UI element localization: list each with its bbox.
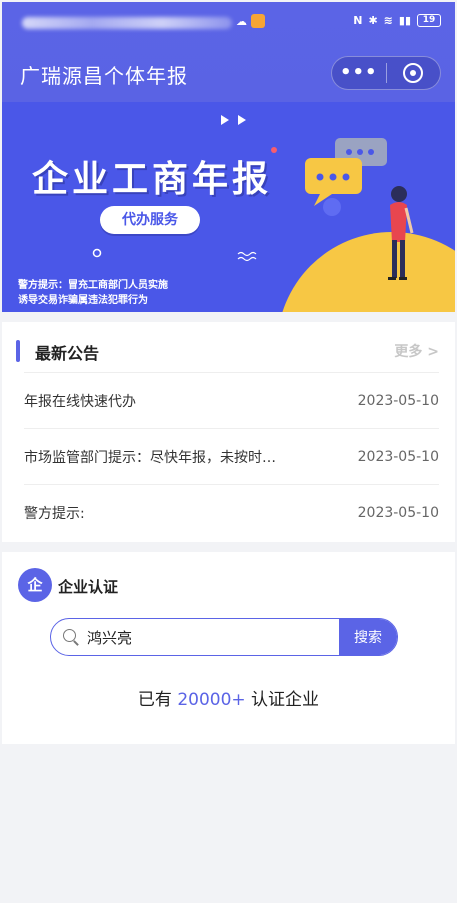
battery-icon: 19 bbox=[417, 14, 441, 27]
count-prefix: 已有 bbox=[137, 690, 178, 710]
announcements-header: 最新公告 更多 > bbox=[2, 338, 455, 364]
target-circle-icon bbox=[403, 63, 424, 83]
announcement-date: 2023-05-10 bbox=[357, 392, 439, 409]
announcement-list: 年报在线快速代办 2023-05-10 市场监管部门提示：尽快年报，未按时… 2… bbox=[24, 372, 439, 540]
close-miniprogram-button[interactable] bbox=[386, 63, 440, 83]
count-value: 20000+ bbox=[177, 690, 246, 710]
announcement-title: 警方提示: bbox=[24, 505, 85, 522]
banner-warning-line-2: 诱导交易诈骗属违法犯罪行为 bbox=[18, 295, 148, 306]
search-button[interactable]: 搜索 bbox=[339, 619, 397, 655]
certified-count-text: 已有 20000+ 认证企业 bbox=[2, 685, 455, 710]
search-field-wrapper bbox=[51, 619, 339, 655]
announcements-section: 最新公告 更多 > 年报在线快速代办 2023-05-10 市场监管部门提示：尽… bbox=[2, 322, 455, 542]
banner-headline: 企业工商年报 bbox=[32, 159, 273, 200]
signal-icon: ▮▮ bbox=[398, 14, 411, 27]
miniprogram-capsule: ••• bbox=[331, 56, 441, 90]
banner-warning: 警方提示：冒充工商部门人员实施 诱导交易诈骗属违法犯罪行为 bbox=[18, 278, 168, 308]
announcement-title: 市场监管部门提示：尽快年报，未按时… bbox=[24, 449, 276, 466]
announcement-date: 2023-05-10 bbox=[357, 448, 439, 465]
more-menu-button[interactable]: ••• bbox=[332, 58, 386, 88]
status-notification-icons: ☁ bbox=[236, 14, 265, 28]
status-bar: ☁ N ✱ ≋ ▮▮ 19 bbox=[2, 12, 455, 34]
section-accent-bar bbox=[16, 340, 20, 362]
announcement-date: 2023-05-10 bbox=[357, 504, 439, 521]
bluetooth-icon: ✱ bbox=[368, 14, 378, 27]
blurred-status-text bbox=[22, 17, 232, 29]
more-link[interactable]: 更多 > bbox=[394, 341, 439, 361]
status-right-icons: N ✱ ≋ ▮▮ 19 bbox=[353, 14, 441, 27]
shield-app-icon bbox=[251, 14, 265, 28]
enterprise-search-box: 搜索 bbox=[50, 618, 398, 656]
list-item[interactable]: 年报在线快速代办 2023-05-10 bbox=[24, 372, 439, 428]
list-item[interactable]: 警方提示: 2023-05-10 bbox=[24, 484, 439, 540]
header-bar: ☁ N ✱ ≋ ▮▮ 19 广瑞源昌个体年报 ••• bbox=[2, 2, 455, 102]
banner-service-pill: 代办服务 bbox=[100, 206, 200, 234]
list-item[interactable]: 市场监管部门提示：尽快年报，未按时… 2023-05-10 bbox=[24, 428, 439, 484]
app-frame: ☁ N ✱ ≋ ▮▮ 19 广瑞源昌个体年报 ••• 企业工商年报 代办服务 警… bbox=[2, 2, 455, 901]
announcement-title: 年报在线快速代办 bbox=[24, 393, 136, 410]
banner-warning-line-1: 警方提示：冒充工商部门人员实施 bbox=[18, 280, 168, 291]
wifi-icon: ≋ bbox=[383, 14, 393, 27]
page-title: 广瑞源昌个体年报 bbox=[20, 64, 188, 88]
count-suffix: 认证企业 bbox=[245, 690, 320, 710]
cloud-icon: ☁ bbox=[236, 14, 247, 28]
certification-title: 企业认证 bbox=[58, 578, 119, 596]
announcements-title: 最新公告 bbox=[35, 344, 100, 363]
promo-banner[interactable]: 企业工商年报 代办服务 警方提示：冒充工商部门人员实施 诱导交易诈骗属违法犯罪行… bbox=[2, 102, 455, 312]
search-input[interactable] bbox=[87, 628, 307, 646]
certification-section: 企 企业认证 搜索 已有 20000+ 认证企业 bbox=[2, 552, 455, 744]
enterprise-logo-icon: 企 bbox=[18, 568, 52, 602]
nfc-icon: N bbox=[353, 14, 363, 27]
search-icon bbox=[63, 629, 79, 645]
